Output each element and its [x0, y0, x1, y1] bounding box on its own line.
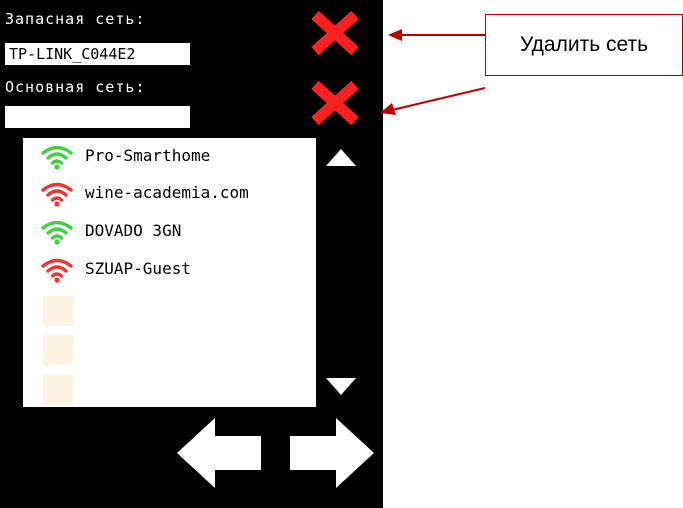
- wifi-signal-icon: [41, 145, 73, 170]
- empty-network-slot: [43, 375, 73, 405]
- arrow-left-icon: [177, 418, 261, 488]
- scroll-up-button[interactable]: [324, 146, 358, 168]
- backup-network-label: Запасная сеть:: [5, 10, 146, 28]
- delete-main-network-button[interactable]: [308, 78, 362, 128]
- network-list-item[interactable]: DOVADO 3GN: [23, 215, 316, 249]
- backup-network-field[interactable]: TP-LINK_C044E2: [5, 43, 190, 65]
- empty-network-slot: [43, 296, 73, 326]
- arrow-right-icon: [290, 418, 374, 488]
- network-ssid: SZUAP-Guest: [85, 259, 191, 278]
- network-list-item[interactable]: wine-academia.com: [23, 177, 316, 211]
- wifi-signal-icon: [41, 258, 73, 283]
- network-list: Pro-Smarthome wine-academia.com DOVADO 3…: [23, 138, 316, 407]
- network-ssid: wine-academia.com: [85, 183, 249, 202]
- network-list-item[interactable]: SZUAP-Guest: [23, 253, 316, 287]
- close-x-icon: [311, 80, 359, 126]
- device-screen: Запасная сеть: TP-LINK_C044E2 Основная с…: [0, 0, 383, 508]
- empty-network-slot: [43, 335, 73, 365]
- wifi-signal-icon: [41, 182, 73, 207]
- network-list-item[interactable]: Pro-Smarthome: [23, 140, 316, 174]
- callout-arrow-line: [391, 87, 486, 111]
- close-x-icon: [311, 10, 359, 56]
- callout-arrowhead: [388, 29, 402, 41]
- next-page-button[interactable]: [286, 414, 376, 492]
- delete-network-callout: Удалить сеть: [485, 14, 683, 76]
- main-network-field[interactable]: [5, 106, 190, 128]
- triangle-down-icon: [326, 378, 356, 395]
- triangle-up-icon: [326, 149, 356, 166]
- main-network-label: Основная сеть:: [5, 78, 146, 96]
- scroll-down-button[interactable]: [324, 376, 358, 398]
- network-ssid: Pro-Smarthome: [85, 146, 211, 165]
- network-ssid: DOVADO 3GN: [85, 221, 182, 240]
- wifi-signal-icon: [41, 220, 73, 245]
- previous-page-button[interactable]: [175, 414, 265, 492]
- delete-backup-network-button[interactable]: [308, 8, 362, 58]
